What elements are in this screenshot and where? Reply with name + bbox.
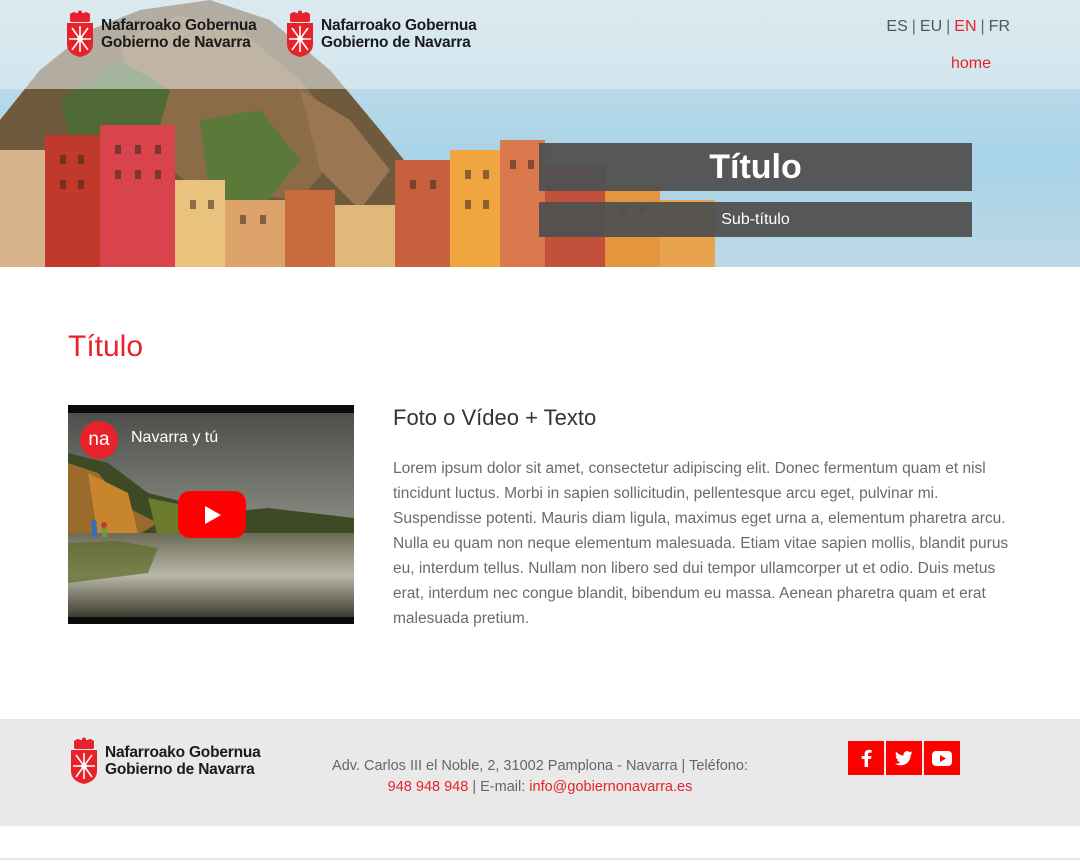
hero-title-text: Título <box>709 148 802 186</box>
navarra-coat-of-arms-icon <box>67 10 93 57</box>
lang-separator: | <box>980 18 985 35</box>
lang-en[interactable]: EN <box>954 18 976 35</box>
channel-avatar[interactable]: na <box>80 421 118 459</box>
facebook-button[interactable] <box>848 741 884 775</box>
gobierno-navarra-logo[interactable]: Nafarroako Gobernua Gobierno de Navarra <box>64 10 257 58</box>
lang-separator: | <box>911 18 916 35</box>
email-link[interactable]: info@gobiernonavarra.es <box>529 779 692 795</box>
twitter-button[interactable] <box>886 741 922 775</box>
footer-address: Adv. Carlos III el Noble, 2, 31002 Pampl… <box>310 756 770 798</box>
logo-line-2: Gobierno de Navarra <box>101 34 251 51</box>
logo-line-1: Nafarroako Gobernua <box>321 17 477 34</box>
twitter-icon <box>895 750 913 765</box>
language-switcher: ES | EU | EN | FR <box>886 18 1010 36</box>
navarra-coat-of-arms-icon <box>71 737 97 784</box>
social-links <box>848 741 960 775</box>
footer-logo[interactable]: Nafarroako Gobernua Gobierno de Navarra <box>68 737 261 785</box>
email-label: | E-mail: <box>468 779 530 795</box>
video-player[interactable]: na Navarra y tú <box>68 405 354 624</box>
address-text: Adv. Carlos III el Noble, 2, 31002 Pampl… <box>332 758 748 774</box>
youtube-button[interactable] <box>924 741 960 775</box>
content-body: Lorem ipsum dolor sit amet, consectetur … <box>393 460 1009 627</box>
content-heading: Foto o Vídeo + Texto <box>393 405 597 430</box>
play-icon <box>205 506 221 524</box>
lang-es[interactable]: ES <box>886 18 907 35</box>
facebook-icon <box>861 749 872 767</box>
play-button[interactable] <box>178 491 246 538</box>
home-link[interactable]: home <box>951 55 991 73</box>
lang-separator: | <box>946 18 951 35</box>
hero-banner: Nafarroako Gobernua Gobierno de Navarra … <box>0 0 1080 267</box>
lang-eu[interactable]: EU <box>920 18 942 35</box>
hero-subtitle: Sub-título <box>539 202 972 237</box>
phone-link[interactable]: 948 948 948 <box>388 779 469 795</box>
logo-line-2: Gobierno de Navarra <box>321 34 471 51</box>
channel-name[interactable]: Navarra y tú <box>131 429 218 447</box>
logo-line-1: Nafarroako Gobernua <box>101 17 257 34</box>
gobierno-navarra-logo-secondary[interactable]: Nafarroako Gobernua Gobierno de Navarra <box>284 10 477 58</box>
page-bottom-divider <box>0 858 1080 860</box>
section-title: Título <box>68 330 144 363</box>
navarra-coat-of-arms-icon <box>287 10 313 57</box>
logo-line-2: Gobierno de Navarra <box>105 761 255 778</box>
youtube-icon <box>932 750 952 766</box>
footer: Nafarroako Gobernua Gobierno de Navarra … <box>0 719 1080 826</box>
logo-line-1: Nafarroako Gobernua <box>105 744 261 761</box>
lang-fr[interactable]: FR <box>989 18 1010 35</box>
hero-title: Título <box>539 143 972 191</box>
